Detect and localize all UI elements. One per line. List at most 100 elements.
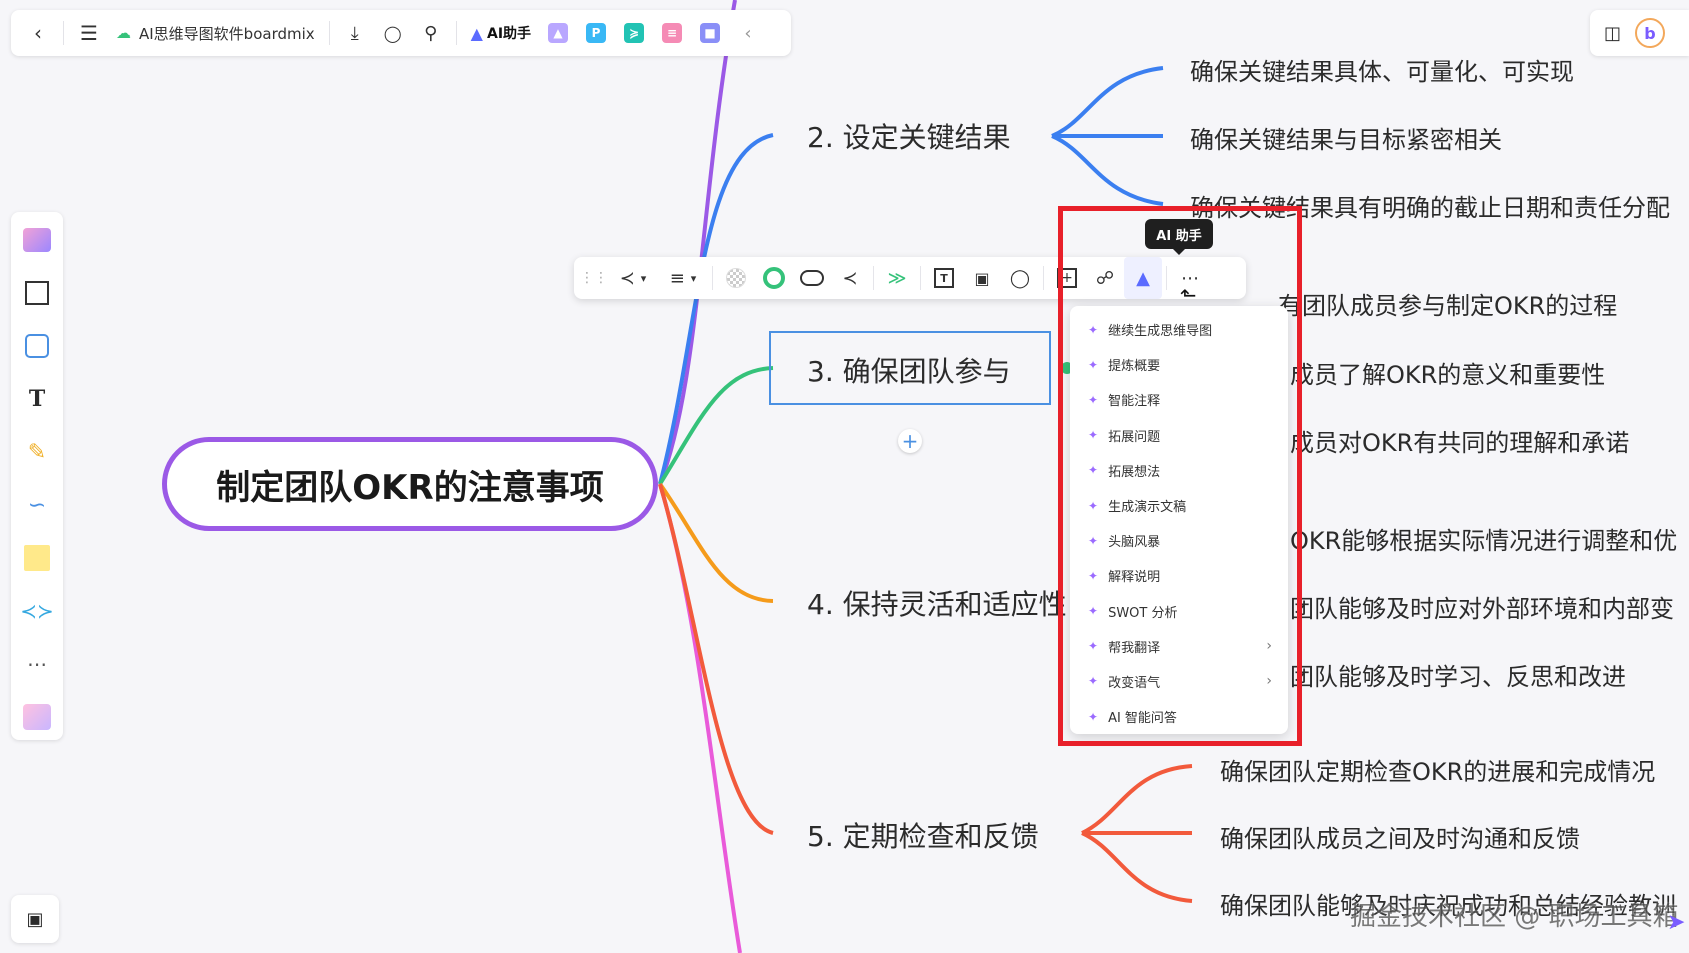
align-icon[interactable]: ≡ ▾: [658, 257, 708, 299]
sparkle-icon: ✦: [1088, 639, 1099, 654]
divider: [455, 21, 457, 45]
ai-assistant-tooltip: AI 助手: [1145, 219, 1213, 255]
sparkle-icon: ✦: [1088, 533, 1099, 548]
top-right-toolbar: ◫ b: [1590, 10, 1689, 56]
fill-icon[interactable]: [717, 257, 755, 299]
leaf-node[interactable]: 确保关键结果与目标紧密相关: [1190, 120, 1502, 155]
leaf-node[interactable]: 确保团队定期检查OKR的进展和完成情况: [1220, 752, 1655, 787]
sparkle-icon: ✦: [1088, 498, 1099, 513]
ai-assistant-label: AI助手: [486, 26, 532, 42]
menu-item-expand-ideas[interactable]: ✦ 拓展想法: [1070, 453, 1288, 488]
pointer-icon[interactable]: ➤: [1667, 910, 1685, 935]
ai-assistant-button[interactable]: ▲ AI助手: [463, 23, 539, 43]
watermark: 掘金技术社区 @ 职场工具箱: [1350, 902, 1679, 932]
divider: [712, 266, 713, 290]
pen-icon[interactable]: ✎: [19, 434, 55, 470]
leaf-node[interactable]: 成员了解OKR的意义和重要性: [1290, 355, 1605, 390]
menu-item-label: 帮我翻译: [1108, 640, 1161, 656]
menu-item-swot[interactable]: ✦ SWOT 分析: [1070, 594, 1288, 629]
sparkle-icon: ✦: [1088, 322, 1099, 337]
border-color-icon[interactable]: [755, 257, 793, 299]
sparkle-icon: ✦: [1088, 568, 1099, 583]
comment-icon[interactable]: ◯: [1001, 257, 1039, 299]
template-icon[interactable]: [19, 222, 55, 258]
divider: [328, 21, 330, 45]
plugin-icon[interactable]: [19, 699, 55, 735]
menu-item-continue-mindmap[interactable]: ✦ 继续生成思维导图: [1070, 312, 1288, 347]
tag-icon[interactable]: ◯: [374, 14, 412, 52]
branch-style-icon[interactable]: ≺: [831, 257, 869, 299]
chat-app-icon[interactable]: ■: [700, 23, 721, 43]
sparkle-icon: ✦: [1088, 357, 1099, 372]
document-title-text: AI思维导图软件boardmix: [139, 24, 315, 43]
node-format-toolbar: ⋮⋮ ≺ ▾ ≡ ▾ ≺ ≫ T ▣ ◯ + ☍ ▲ ⋯: [574, 257, 1246, 299]
root-node[interactable]: 制定团队OKR的注意事项: [162, 437, 658, 531]
leaf-node[interactable]: 确保团队成员之间及时沟通和反馈: [1220, 819, 1580, 854]
sparkle-icon: ✦: [1088, 428, 1099, 443]
menu-item-expand-questions[interactable]: ✦ 拓展问题: [1070, 418, 1288, 453]
menu-item-ai-qa[interactable]: ✦ AI 智能问答: [1070, 699, 1288, 734]
menu-item-summary[interactable]: ✦ 提炼概要: [1070, 347, 1288, 382]
text-icon[interactable]: T: [19, 381, 55, 417]
leaf-node[interactable]: 成员对OKR有共同的理解和承诺: [1290, 423, 1629, 458]
divider: [873, 266, 874, 290]
frame-icon[interactable]: [19, 275, 55, 311]
connector-icon[interactable]: ∽: [19, 487, 55, 523]
menu-item-translate[interactable]: ✦ 帮我翻译 ›: [1070, 629, 1288, 664]
layout-icon[interactable]: ≺ ▾: [608, 257, 658, 299]
selection-frame: [769, 331, 1051, 405]
top-toolbar: ‹ ☰ ☁ AI思维导图软件boardmix ⤓ ◯ ⚲ ▲ AI助手 ▲ P …: [11, 10, 791, 56]
menu-icon[interactable]: ☰: [70, 14, 108, 52]
branch-node-5[interactable]: 5. 定期检查和反馈: [807, 815, 1039, 855]
format-painter-icon[interactable]: ▣: [963, 257, 1001, 299]
leaf-node[interactable]: 确保关键结果具有明确的截止日期和责任分配: [1190, 188, 1670, 223]
leaf-node[interactable]: 确保关键结果具体、可量化、可实现: [1190, 52, 1574, 87]
chevron-right-icon: ›: [1266, 673, 1272, 690]
download-icon[interactable]: ⤓: [336, 14, 374, 52]
link-icon[interactable]: ☍: [1086, 257, 1124, 299]
cloud-icon: ☁: [116, 24, 131, 42]
ai-assistant-menu: ✦ 继续生成思维导图 ✦ 提炼概要 ✦ 智能注释 ✦ 拓展问题 ✦ 拓展想法 ✦ 生成演示文…: [1070, 306, 1288, 734]
document-title[interactable]: ☁ AI思维导图软件boardmix: [108, 23, 323, 44]
shape-oval-icon[interactable]: [793, 257, 831, 299]
sparkle-icon: ✦: [1088, 463, 1099, 478]
mindmap-app-icon[interactable]: ≡: [662, 23, 683, 43]
sparkle-icon: ✦: [1088, 604, 1099, 619]
menu-item-brainstorm[interactable]: ✦ 头脑风暴: [1070, 523, 1288, 558]
gift-box-icon[interactable]: ◫: [1604, 23, 1621, 44]
p-app-icon[interactable]: P: [586, 23, 607, 43]
minimap-icon[interactable]: ▣: [11, 895, 59, 943]
leaf-node[interactable]: 团队能够及时应对外部环境和内部变: [1290, 589, 1674, 624]
menu-item-label: 继续生成思维导图: [1108, 324, 1213, 340]
sticky-note-icon[interactable]: [19, 540, 55, 576]
menu-item-label: SWOT 分析: [1108, 605, 1178, 621]
menu-item-change-tone[interactable]: ✦ 改变语气 ›: [1070, 664, 1288, 699]
back-icon[interactable]: ‹: [19, 14, 57, 52]
leaf-node[interactable]: OKR能够根据实际情况进行调整和优: [1290, 521, 1677, 556]
add-child-icon[interactable]: +: [898, 429, 922, 453]
menu-item-explain[interactable]: ✦ 解释说明: [1070, 558, 1288, 593]
mindmap-icon[interactable]: ≺≻: [19, 593, 55, 629]
branch-node-4[interactable]: 4. 保持灵活和适应性: [807, 583, 1067, 623]
add-node-icon[interactable]: +: [1048, 257, 1086, 299]
ai-logo-icon: ▲: [470, 23, 483, 43]
shape-icon[interactable]: [19, 328, 55, 364]
divider: [920, 266, 921, 290]
menu-item-label: AI 智能问答: [1108, 711, 1177, 727]
more-icon[interactable]: ⋯: [19, 646, 55, 682]
ai-assistant-icon[interactable]: ▲: [1124, 257, 1162, 299]
left-toolbar: T ✎ ∽ ≺≻ ⋯: [11, 212, 63, 740]
text-box-icon[interactable]: T: [925, 257, 963, 299]
menu-item-smart-annotation[interactable]: ✦ 智能注释: [1070, 382, 1288, 417]
menu-item-generate-presentation[interactable]: ✦ 生成演示文稿: [1070, 488, 1288, 523]
search-icon[interactable]: ⚲: [412, 14, 450, 52]
branch-node-2[interactable]: 2. 设定关键结果: [807, 116, 1011, 156]
drag-handle-icon[interactable]: ⋮⋮: [580, 257, 608, 299]
flow-app-icon[interactable]: ≽: [624, 23, 645, 43]
branch-color-icon[interactable]: ≫: [878, 257, 916, 299]
image-app-icon[interactable]: ▲: [548, 23, 569, 43]
collapse-icon[interactable]: ‹: [729, 14, 767, 52]
leaf-node[interactable]: 有团队成员参与制定OKR的过程: [1278, 286, 1617, 321]
leaf-node[interactable]: 团队能够及时学习、反思和改进: [1290, 657, 1626, 692]
boardmix-logo-icon[interactable]: b: [1635, 18, 1666, 48]
